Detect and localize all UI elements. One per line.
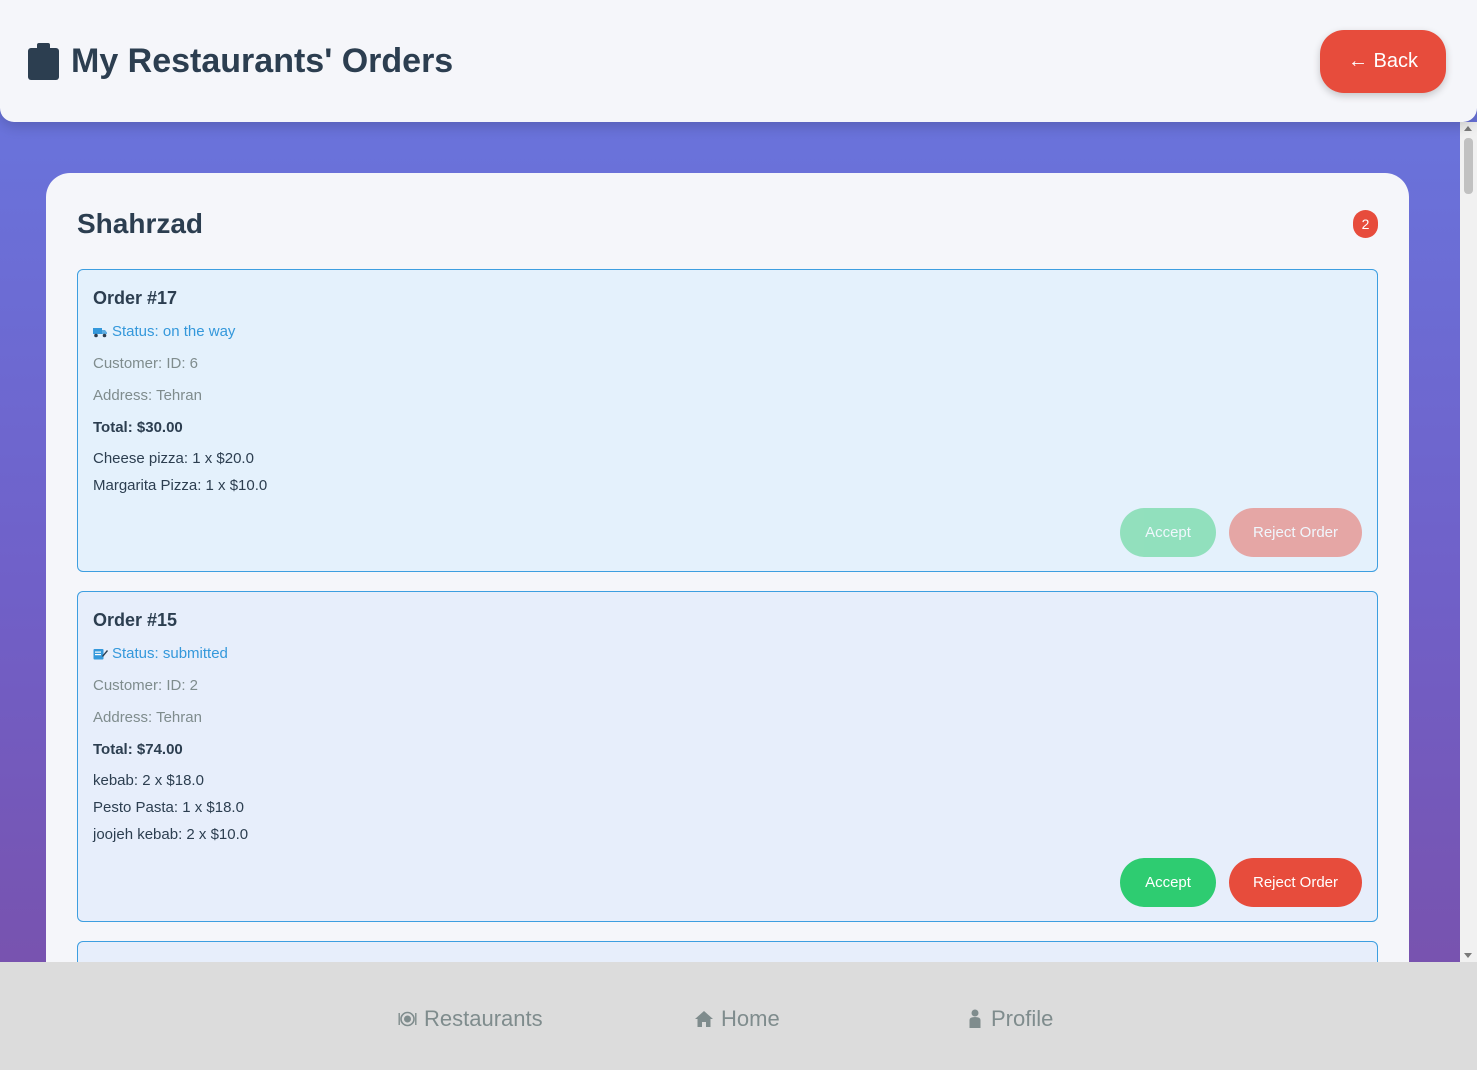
- nav-restaurants-label: Restaurants: [424, 1006, 543, 1031]
- scrollbar[interactable]: [1460, 122, 1477, 962]
- order-item: kebab: 2 x $18.0: [93, 772, 204, 789]
- order-actions: Accept Reject Order: [1120, 858, 1362, 907]
- title-wrap: My Restaurants' Orders: [28, 42, 453, 81]
- nav-home[interactable]: Home: [694, 1006, 780, 1032]
- nav-restaurants[interactable]: Restaurants: [398, 1006, 543, 1032]
- order-total: Total: $30.00: [93, 419, 183, 436]
- nav-profile[interactable]: Profile: [966, 1006, 1053, 1032]
- order-title: Order #17: [93, 288, 178, 308]
- order-card: Order #17 Status: on the way Customer: I…: [77, 269, 1378, 572]
- reject-order-button[interactable]: Reject Order: [1229, 858, 1362, 907]
- order-item: Pesto Pasta: 1 x $18.0: [93, 799, 244, 816]
- scroll-up-arrow-icon[interactable]: [1464, 126, 1472, 131]
- accept-button[interactable]: Accept: [1120, 508, 1216, 557]
- bottom-nav: Restaurants Home Profile: [0, 962, 1477, 1070]
- plate-icon: [398, 1011, 417, 1027]
- order-address: Address: Tehran: [93, 709, 202, 726]
- nav-profile-label: Profile: [991, 1006, 1054, 1031]
- memo-icon: [93, 648, 108, 659]
- order-item: Cheese pizza: 1 x $20.0: [93, 450, 254, 467]
- order-total: Total: $74.00: [93, 741, 183, 758]
- person-icon: [969, 1009, 981, 1028]
- order-card: Order #15 Status: submitted Customer: ID…: [77, 591, 1378, 922]
- scroll-down-arrow-icon[interactable]: [1464, 953, 1472, 958]
- order-status-text: Status: submitted: [112, 645, 228, 662]
- order-status: Status: on the way: [93, 323, 1362, 340]
- page-title: My Restaurants' Orders: [71, 41, 454, 80]
- order-address: Address: Tehran: [93, 387, 202, 404]
- order-title: Order #15: [93, 610, 178, 630]
- back-button[interactable]: ← Back: [1320, 29, 1446, 93]
- delivery-truck-icon: [93, 327, 107, 337]
- reject-order-button[interactable]: Reject Order: [1229, 508, 1362, 557]
- order-status: Status: submitted: [93, 645, 1362, 662]
- order-actions: Accept Reject Order: [1120, 508, 1362, 557]
- order-status-text: Status: on the way: [112, 323, 236, 340]
- restaurant-panel: Shahrzad 2 Order #17 Status: on the way …: [46, 173, 1409, 993]
- nav-home-label: Home: [721, 1006, 780, 1031]
- order-customer: Customer: ID: 2: [93, 677, 199, 694]
- restaurant-header: Shahrzad 2: [77, 207, 1378, 241]
- home-icon: [695, 1011, 713, 1027]
- clipboard-icon: [28, 42, 59, 80]
- order-count-badge: 2: [1353, 210, 1378, 238]
- restaurant-name: Shahrzad: [77, 208, 204, 239]
- order-customer: Customer: ID: 6: [93, 355, 199, 372]
- order-item: Margarita Pizza: 1 x $10.0: [93, 477, 268, 494]
- accept-button[interactable]: Accept: [1120, 858, 1216, 907]
- scrollbar-thumb[interactable]: [1464, 138, 1473, 194]
- order-item: joojeh kebab: 2 x $10.0: [93, 826, 249, 843]
- top-bar: My Restaurants' Orders ← Back: [0, 0, 1477, 122]
